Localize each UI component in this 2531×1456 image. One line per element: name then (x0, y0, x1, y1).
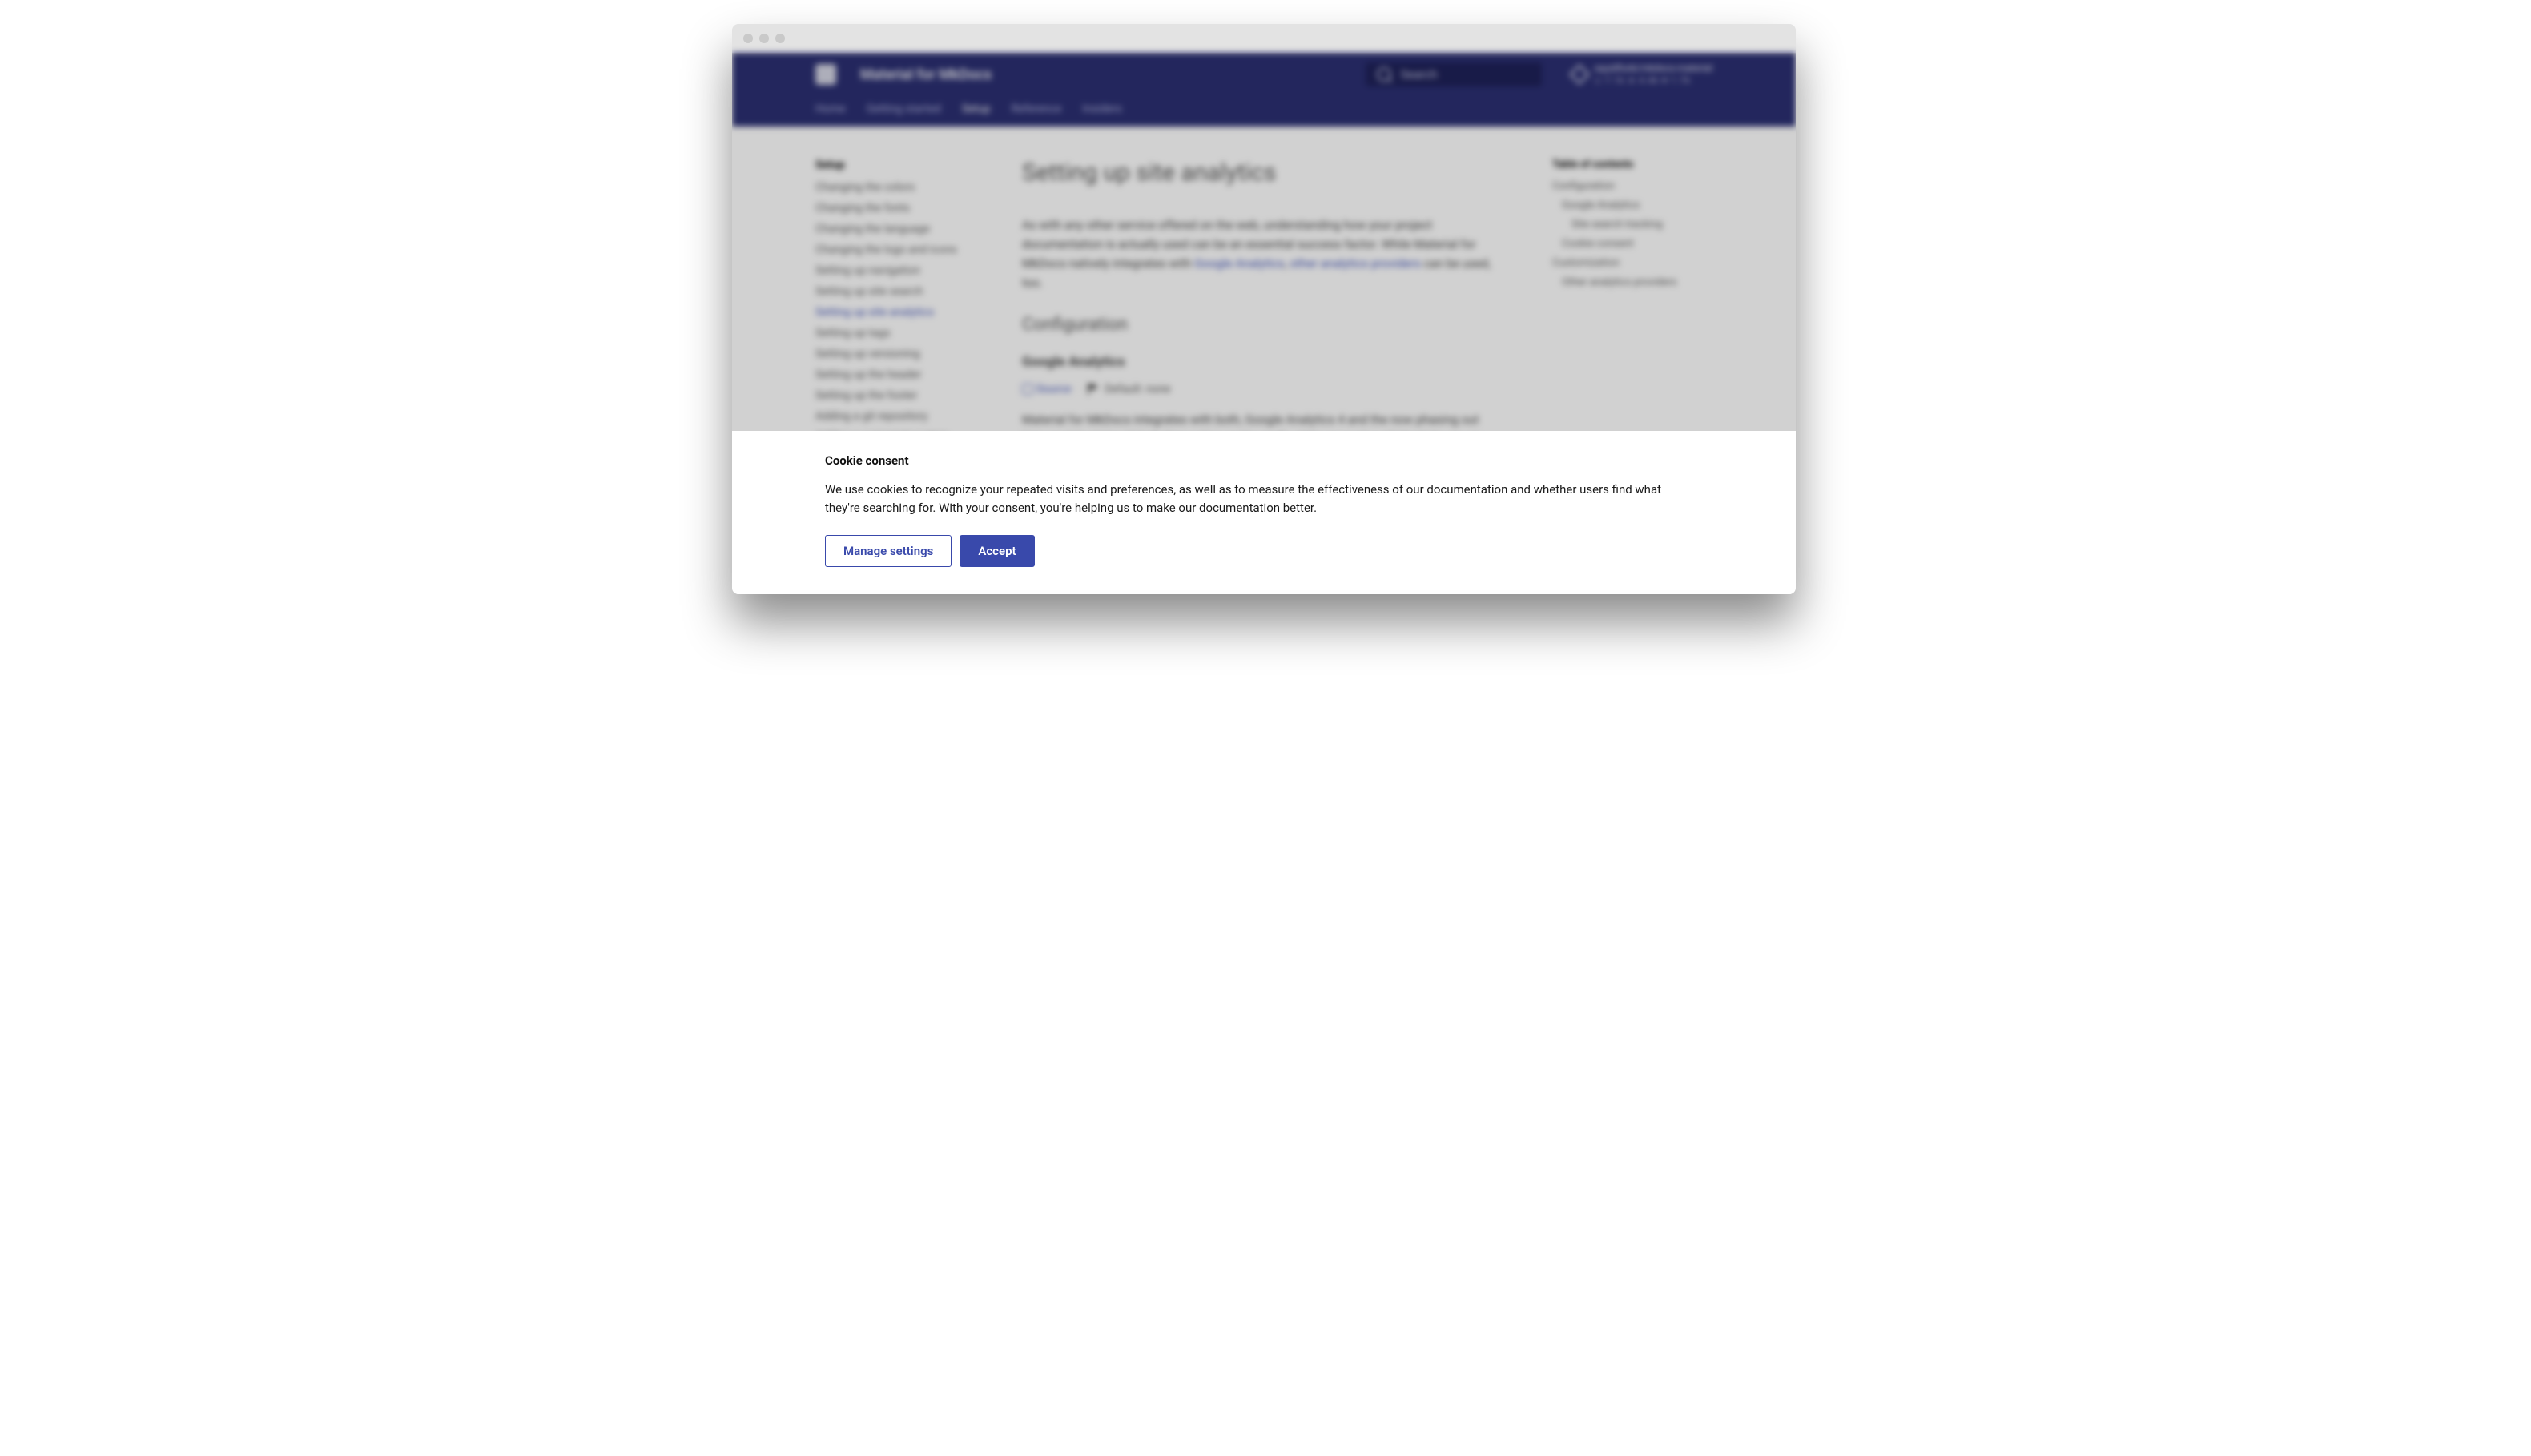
window-close-dot[interactable] (743, 34, 753, 43)
consent-text: We use cookies to recognize your repeate… (825, 481, 1690, 518)
consent-buttons: Manage settings Accept (825, 535, 1690, 567)
accept-button[interactable]: Accept (960, 535, 1034, 567)
window-titlebar (732, 24, 1796, 53)
cookie-consent-banner: Cookie consent We use cookies to recogni… (732, 431, 1796, 595)
window-maximize-dot[interactable] (775, 34, 785, 43)
consent-title: Cookie consent (825, 453, 1690, 468)
browser-window: Material for MkDocs Search squidfunk/mkd… (732, 24, 1796, 594)
window-minimize-dot[interactable] (759, 34, 769, 43)
manage-settings-button[interactable]: Manage settings (825, 535, 952, 567)
